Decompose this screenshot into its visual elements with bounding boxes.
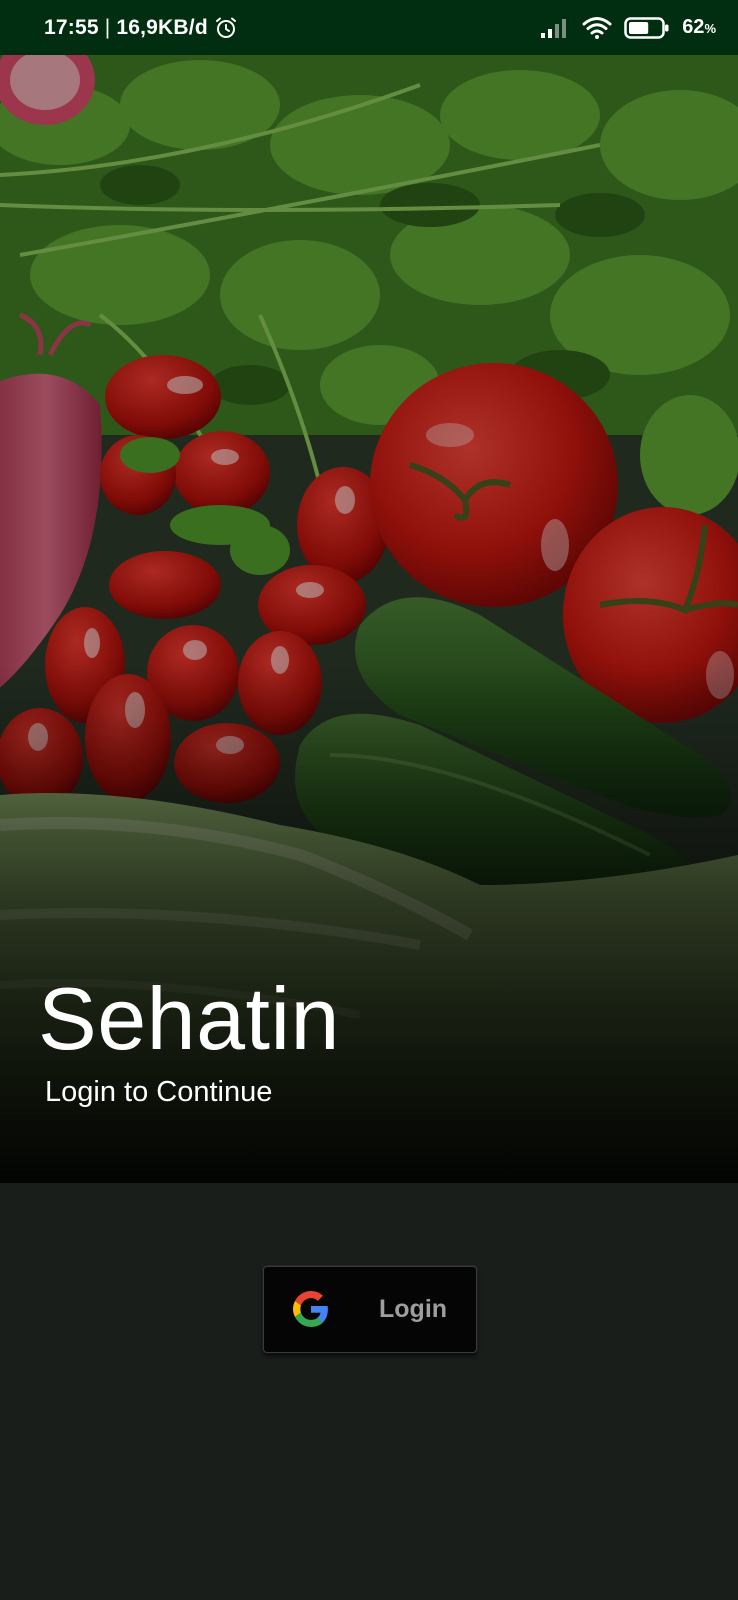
login-button-label: Login (379, 1295, 448, 1323)
battery-percent-value: 62 (682, 16, 705, 38)
google-login-button[interactable]: Login (263, 1266, 477, 1353)
signal-icon (541, 18, 567, 38)
wifi-icon (582, 16, 612, 39)
status-separator: | (104, 15, 111, 39)
status-bar: 17:55 | 16,9KB/d 62% (0, 0, 738, 55)
battery-icon (624, 16, 669, 39)
status-data-rate: 16,9KB/d (116, 15, 208, 39)
app-title: Sehatin (38, 969, 340, 1068)
status-time: 17:55 (44, 15, 99, 39)
battery-percent-text: 62% (682, 16, 716, 39)
battery-percent-unit: % (704, 21, 716, 36)
status-left: 17:55 | 16,9KB/d (44, 0, 238, 55)
login-screen: 17:55 | 16,9KB/d 62% Sehatin Login to Co… (0, 0, 738, 1600)
login-subtitle: Login to Continue (45, 1076, 273, 1108)
alarm-icon (215, 17, 236, 38)
google-icon (293, 1291, 328, 1327)
status-right: 62% (540, 0, 716, 55)
